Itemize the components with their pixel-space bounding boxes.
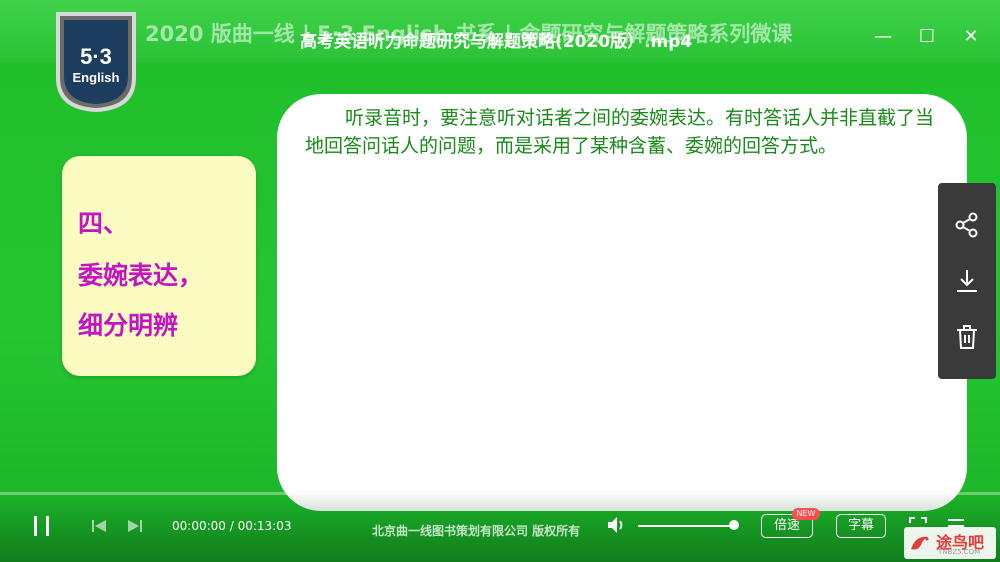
topic-line-2: 委婉表达， xyxy=(78,261,204,290)
playback-time: 00:00:00 / 00:13:03 xyxy=(172,519,291,533)
subtitle-button[interactable]: 字幕 xyxy=(836,514,886,538)
share-icon[interactable] xyxy=(953,211,981,239)
brand-logo: 5·3 English xyxy=(56,12,136,112)
current-time: 00:00:00 xyxy=(172,519,226,533)
volume-icon[interactable] xyxy=(606,515,628,535)
new-badge: NEW xyxy=(792,508,820,520)
next-icon[interactable] xyxy=(126,517,144,535)
download-icon[interactable] xyxy=(953,267,981,295)
logo-top-text: 5·3 xyxy=(80,44,112,69)
watermark-subtext: TNBZ5.COM xyxy=(938,548,981,556)
copyright-text: 北京曲一线图书策划有限公司 版权所有 xyxy=(372,524,581,538)
minimize-button[interactable]: — xyxy=(872,26,894,48)
side-action-panel xyxy=(938,183,996,379)
time-separator: / xyxy=(225,519,238,533)
volume-slider[interactable] xyxy=(638,525,734,527)
seek-bar[interactable] xyxy=(0,492,1000,495)
site-watermark: 途鸟吧 TNBZ5.COM xyxy=(904,527,996,559)
content-card: 听录音时，要注意听对话者之间的委婉表达。有时答话人并非直截了当地回答问话人的问题… xyxy=(277,94,967,511)
bird-logo-icon xyxy=(911,536,929,550)
total-time: 00:13:03 xyxy=(237,519,292,533)
topic-line-1: 四、 xyxy=(78,209,129,238)
topic-line-3: 细分明辨 xyxy=(78,311,179,340)
delete-icon[interactable] xyxy=(953,323,981,351)
logo-bottom-text: English xyxy=(73,70,120,85)
file-title: 高考英语听力命题研究与解题策略(2020版）.mp4 xyxy=(300,32,693,52)
pause-icon[interactable] xyxy=(30,514,54,538)
close-button[interactable]: ✕ xyxy=(960,26,982,48)
volume-knob[interactable] xyxy=(729,520,739,530)
maximize-button[interactable]: ☐ xyxy=(916,26,938,48)
previous-icon[interactable] xyxy=(90,517,108,535)
topic-card: 四、 委婉表达， 细分明辨 xyxy=(62,156,256,376)
content-paragraph: 听录音时，要注意听对话者之间的委婉表达。有时答话人并非直截了当地回答问话人的问题… xyxy=(305,104,945,160)
paragraph-text: 听录音时，要注意听对话者之间的委婉表达。有时答话人并非直截了当地回答问话人的问题… xyxy=(305,107,935,157)
